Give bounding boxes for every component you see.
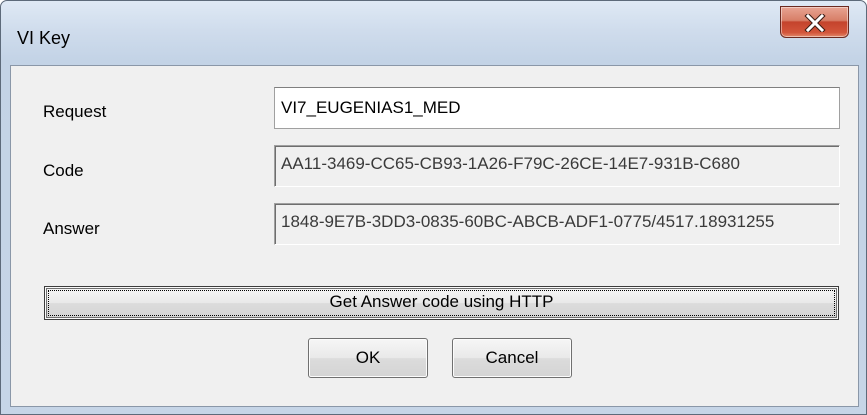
window-title: VI Key bbox=[17, 28, 71, 48]
get-answer-http-button[interactable]: Get Answer code using HTTP bbox=[44, 286, 839, 320]
code-field[interactable]: AA11-3469-CC65-CB93-1A26-F79C-26CE-14E7-… bbox=[274, 145, 840, 187]
focus-rectangle bbox=[48, 290, 835, 316]
title-bar[interactable]: VI Key bbox=[1, 1, 866, 65]
request-input[interactable]: VI7_EUGENIAS1_MED bbox=[274, 87, 840, 129]
dialog-body: Request VI7_EUGENIAS1_MED Code AA11-3469… bbox=[10, 65, 859, 407]
answer-label: Answer bbox=[43, 219, 100, 238]
cancel-button[interactable]: Cancel bbox=[452, 338, 572, 378]
code-label: Code bbox=[43, 161, 84, 180]
close-button[interactable] bbox=[780, 6, 849, 38]
dialog-window: VI Key Request VI7_EUGENIAS1_MED Code AA… bbox=[0, 0, 867, 415]
ok-button[interactable]: OK bbox=[308, 338, 428, 378]
answer-field[interactable]: 1848-9E7B-3DD3-0835-60BC-ABCB-ADF1-0775/… bbox=[274, 203, 840, 245]
close-icon bbox=[804, 14, 826, 32]
request-label: Request bbox=[43, 102, 107, 121]
